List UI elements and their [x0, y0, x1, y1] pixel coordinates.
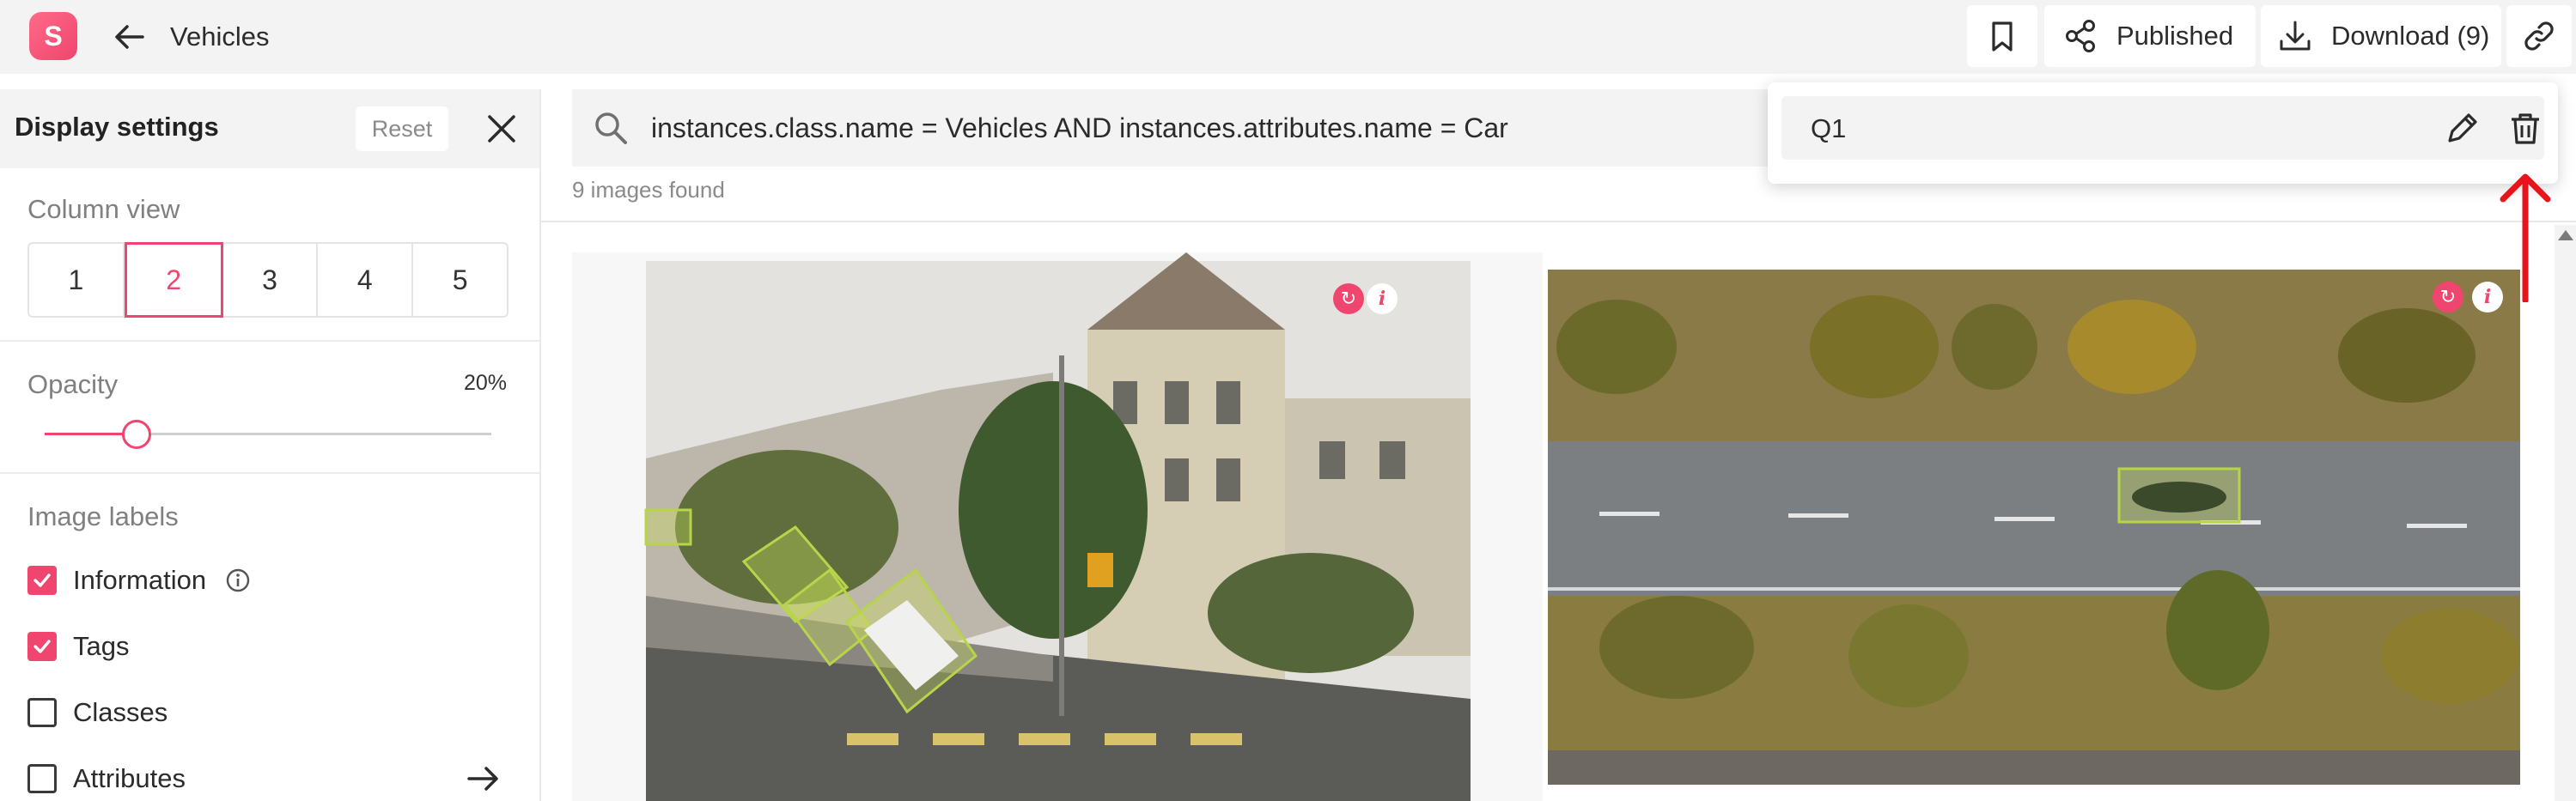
opacity-value: 20% [464, 371, 508, 395]
saved-query-item[interactable]: Q1 [1781, 96, 2544, 160]
classes-checkbox[interactable] [27, 698, 57, 727]
red-arrow-annotation [2498, 172, 2553, 302]
published-button[interactable]: Published [2044, 5, 2256, 67]
tags-checkbox[interactable] [27, 632, 57, 661]
scrollbar[interactable] [2555, 225, 2576, 801]
info-badge-icon[interactable]: i [1367, 283, 1398, 314]
information-label: Information [73, 565, 207, 595]
results-count: 9 images found [572, 177, 725, 203]
image-thumbnail-street [644, 252, 1471, 801]
opacity-slider-fill [45, 433, 134, 435]
column-option-1[interactable]: 1 [29, 244, 125, 316]
panel-title: Display settings [15, 112, 219, 142]
close-icon[interactable] [483, 110, 521, 148]
copy-link-button[interactable] [2506, 5, 2572, 67]
page-title: Vehicles [170, 21, 270, 52]
edit-pencil-icon[interactable] [2441, 108, 2482, 149]
app-logo-letter: S [44, 20, 63, 52]
column-view-label: Column view [27, 194, 180, 224]
panel-header: Display settings Reset [0, 89, 539, 168]
image-card[interactable]: ↻ i [1548, 270, 2520, 785]
app-logo[interactable]: S [29, 12, 77, 60]
sync-icon[interactable]: ↻ [2433, 282, 2463, 313]
column-option-5[interactable]: 5 [413, 244, 507, 316]
download-button[interactable]: Download (9) [2261, 5, 2501, 67]
image-thumbnail-highway [1548, 270, 2520, 785]
classes-label: Classes [73, 697, 168, 727]
column-option-3[interactable]: 3 [223, 244, 319, 316]
download-label: Download (9) [2331, 21, 2490, 51]
column-view-selector: 1 2 3 4 5 [27, 242, 509, 318]
arrow-right-icon[interactable] [464, 759, 503, 798]
image-card[interactable]: ↻ i [572, 252, 1543, 801]
published-label: Published [2116, 21, 2234, 51]
column-option-4[interactable]: 4 [318, 244, 414, 316]
info-icon [226, 568, 250, 592]
tags-label: Tags [73, 631, 130, 661]
opacity-slider[interactable] [45, 420, 491, 449]
tags-option[interactable]: Tags [27, 631, 129, 662]
sync-icon[interactable]: ↻ [1333, 283, 1364, 314]
opacity-slider-thumb[interactable] [122, 420, 151, 449]
reset-button[interactable]: Reset [356, 106, 448, 151]
attributes-checkbox[interactable] [27, 764, 57, 793]
trash-icon[interactable] [2505, 108, 2546, 149]
information-checkbox[interactable] [27, 566, 57, 595]
saved-query-popup: Q1 [1768, 82, 2558, 184]
divider [541, 221, 2576, 222]
scroll-up-icon[interactable] [2558, 230, 2573, 240]
information-option[interactable]: Information [27, 565, 251, 596]
display-settings-panel: Display settings Reset Column view 1 2 3… [0, 89, 541, 801]
share-icon [2066, 20, 2095, 52]
divider [0, 472, 539, 474]
image-labels-label: Image labels [27, 501, 179, 531]
link-icon [2524, 21, 2554, 51]
attributes-label: Attributes [73, 763, 186, 793]
bookmark-button[interactable] [1967, 5, 2037, 67]
download-icon [2280, 21, 2311, 51]
saved-query-name: Q1 [1811, 113, 1847, 143]
attributes-option[interactable]: Attributes [27, 763, 186, 794]
divider [0, 340, 539, 342]
search-query[interactable]: instances.class.name = Vehicles AND inst… [651, 112, 1508, 144]
column-option-2[interactable]: 2 [124, 242, 223, 318]
classes-option[interactable]: Classes [27, 697, 167, 728]
back-arrow-icon[interactable] [110, 17, 149, 57]
search-icon [591, 108, 630, 148]
bookmark-icon [1992, 21, 2013, 52]
opacity-label: Opacity [27, 369, 119, 399]
